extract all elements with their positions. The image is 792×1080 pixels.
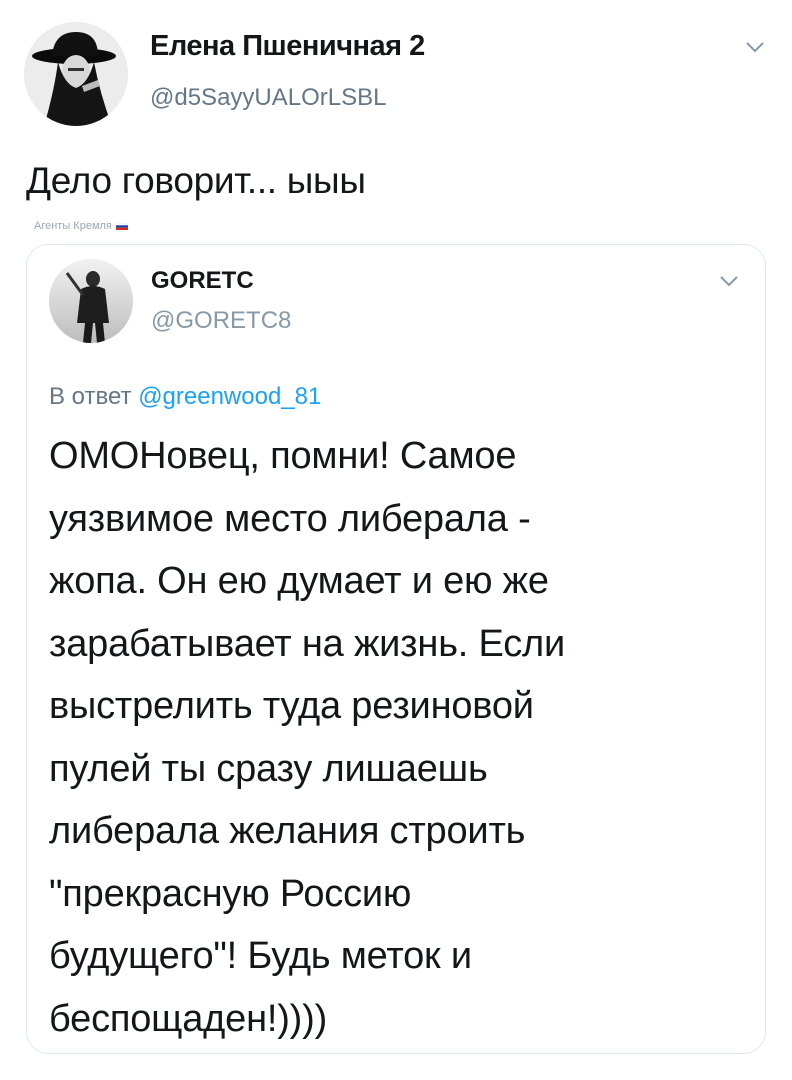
- chevron-down-icon[interactable]: [740, 32, 770, 62]
- quoted-author-avatar[interactable]: [49, 259, 133, 343]
- overlay-caption-text: Агенты Кремля: [34, 220, 112, 232]
- chevron-down-icon[interactable]: [715, 267, 743, 295]
- overlay-caption: Агенты Кремля: [34, 220, 128, 232]
- quoted-author-handle[interactable]: @GORETC8: [151, 307, 291, 335]
- reply-mention-link[interactable]: @greenwood_81: [138, 383, 321, 410]
- reply-context: В ответ @greenwood_81: [49, 383, 321, 411]
- tweet: Елена Пшеничная 2 @d5SayyUALOrLSBL Дело …: [0, 0, 792, 1080]
- author-handle[interactable]: @d5SayyUALOrLSBL: [150, 84, 386, 112]
- author-name[interactable]: Елена Пшеничная 2: [150, 30, 425, 63]
- quoted-tweet-text: ОМОНовец, помни! Самое уязвимое место ли…: [49, 435, 566, 1040]
- quoted-author-name[interactable]: GORETC: [151, 267, 254, 295]
- russia-flag-icon: [115, 222, 128, 230]
- tweet-text: Дело говорит... ыыы: [26, 160, 366, 201]
- reply-prefix: В ответ: [49, 383, 132, 410]
- author-avatar[interactable]: [24, 22, 128, 126]
- quoted-tweet-card[interactable]: GORETC @GORETC8 В ответ @greenwood_81 ОМ…: [26, 244, 766, 1054]
